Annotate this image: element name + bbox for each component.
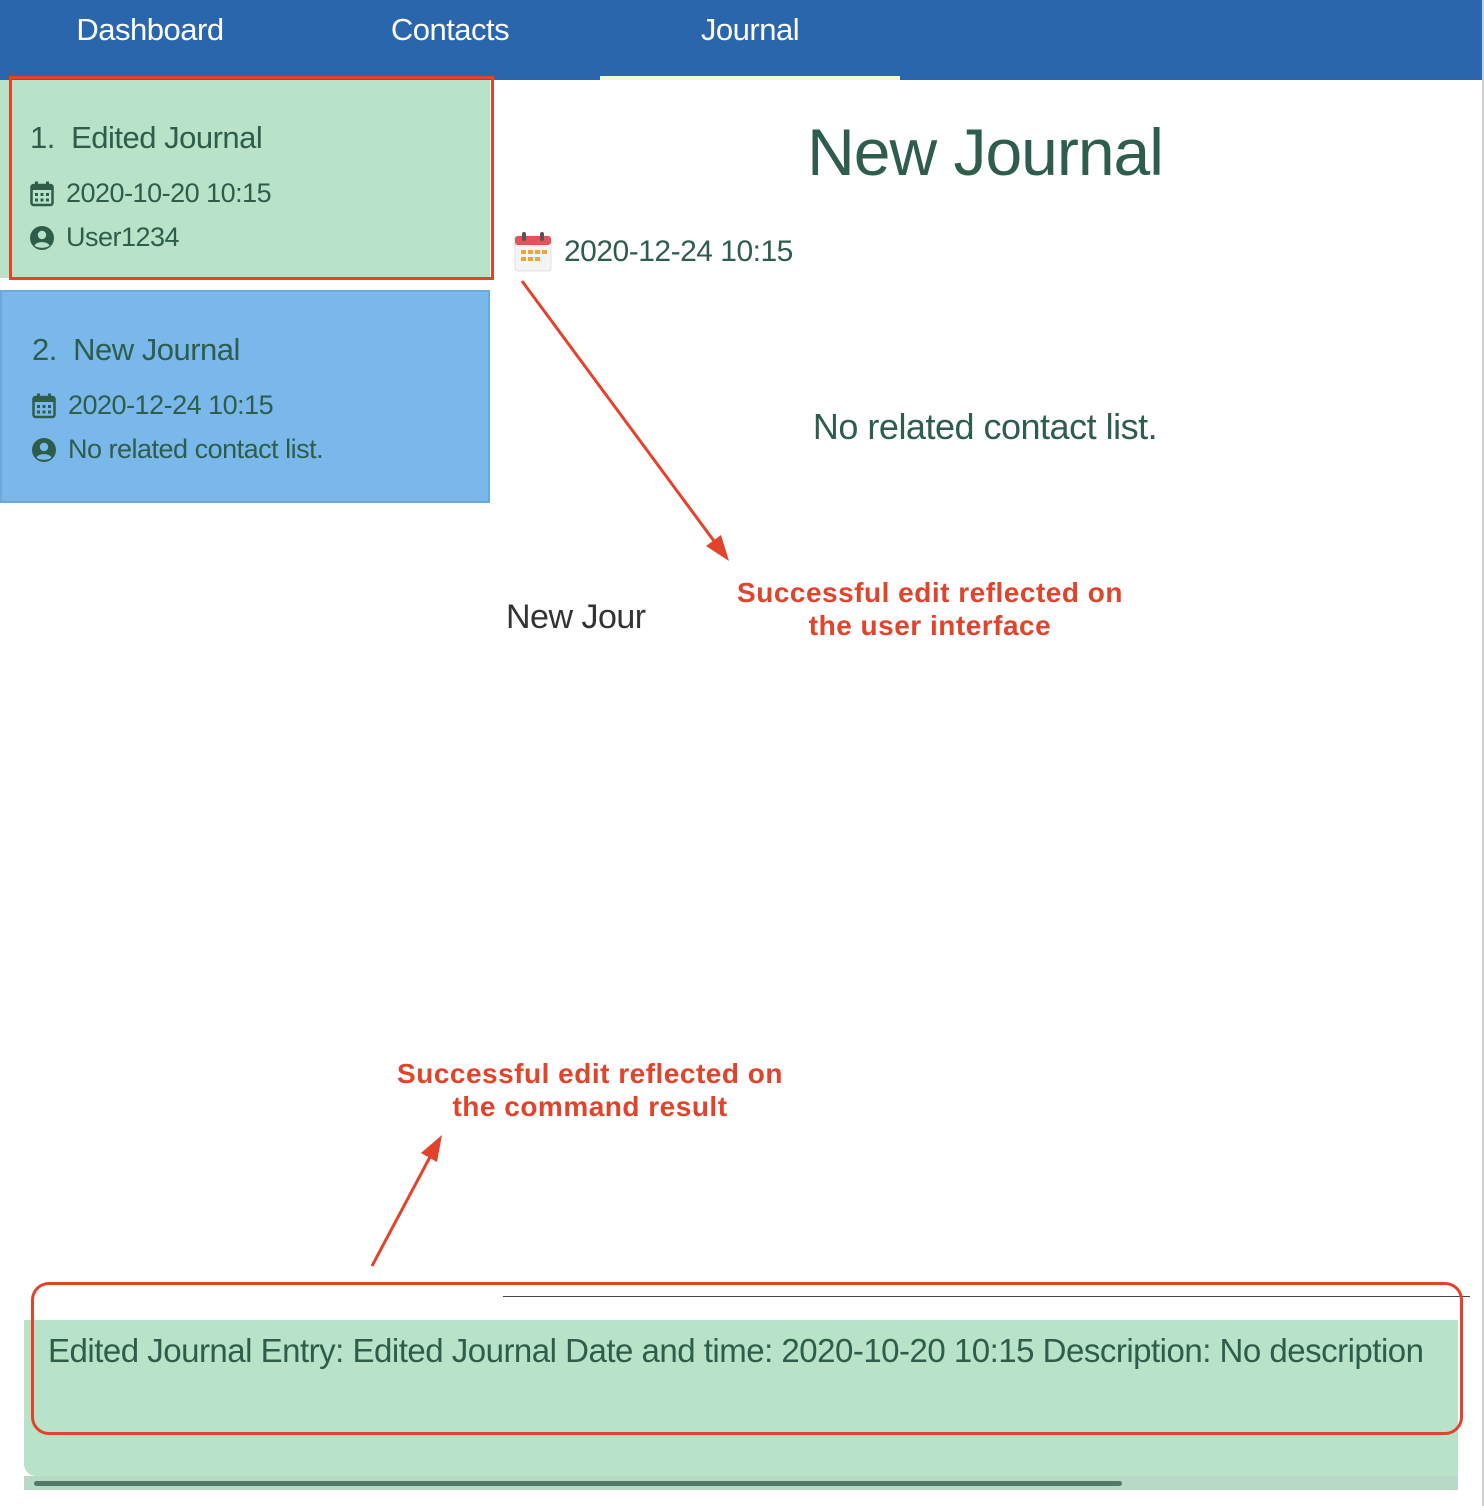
- scrollbar-thumb[interactable]: [34, 1481, 1122, 1486]
- annotation-arrow-ui: [520, 280, 716, 542]
- calendar-icon: [32, 393, 56, 418]
- annotation-arrow-result: [370, 1156, 432, 1267]
- journal-detail-title: New Journal: [807, 115, 1164, 189]
- annotation-line: the command result: [452, 1091, 728, 1122]
- annotation-line: Successful edit reflected on: [397, 1058, 783, 1089]
- journal-detail-datetime-row: 2020-12-24 10:15: [514, 232, 793, 272]
- highlight-box-list-item: [9, 76, 494, 280]
- tab-contacts[interactable]: Contacts: [300, 0, 600, 80]
- annotation-result-note: Successful edit reflected on the command…: [378, 1057, 802, 1123]
- annotation-arrowhead-ui: [706, 535, 729, 561]
- journal-detail-contacts: No related contact list.: [812, 406, 1158, 447]
- journal-detail-datetime: 2020-12-24 10:15: [564, 235, 793, 268]
- tab-journal[interactable]: Journal: [600, 0, 900, 80]
- annotation-ui-note: Successful edit reflected on the user in…: [718, 576, 1142, 642]
- tab-label: Dashboard: [76, 12, 224, 47]
- annotation-line: Successful edit reflected on: [737, 577, 1123, 608]
- journal-item-name: New Journal: [73, 332, 240, 367]
- journal-item-title: 2. New Journal: [32, 332, 240, 368]
- tab-label: Contacts: [390, 12, 510, 47]
- tab-label: Journal: [700, 12, 800, 47]
- journal-detail-description: New Jour: [506, 598, 646, 636]
- user-icon: [32, 437, 56, 462]
- journal-item-index: 2.: [32, 332, 57, 367]
- journal-item-contact: No related contact list.: [68, 434, 324, 464]
- journal-item-datetime: 2020-12-24 10:15: [68, 390, 274, 420]
- annotation-line: the user interface: [808, 610, 1052, 641]
- top-nav-bar: Dashboard Contacts Journal: [0, 0, 1482, 80]
- calendar-icon: [514, 232, 552, 272]
- journal-list-item-selected[interactable]: 2. New Journal 2020-12-24 10:15 No relat…: [0, 290, 490, 503]
- highlight-box-result: [31, 1282, 1463, 1435]
- journal-item-contact-row: No related contact list.: [32, 434, 324, 465]
- result-horizontal-scrollbar[interactable]: [24, 1476, 1458, 1490]
- tab-dashboard[interactable]: Dashboard: [0, 0, 300, 80]
- journal-item-datetime-row: 2020-12-24 10:15: [32, 390, 274, 421]
- annotation-arrowhead-result: [421, 1135, 442, 1162]
